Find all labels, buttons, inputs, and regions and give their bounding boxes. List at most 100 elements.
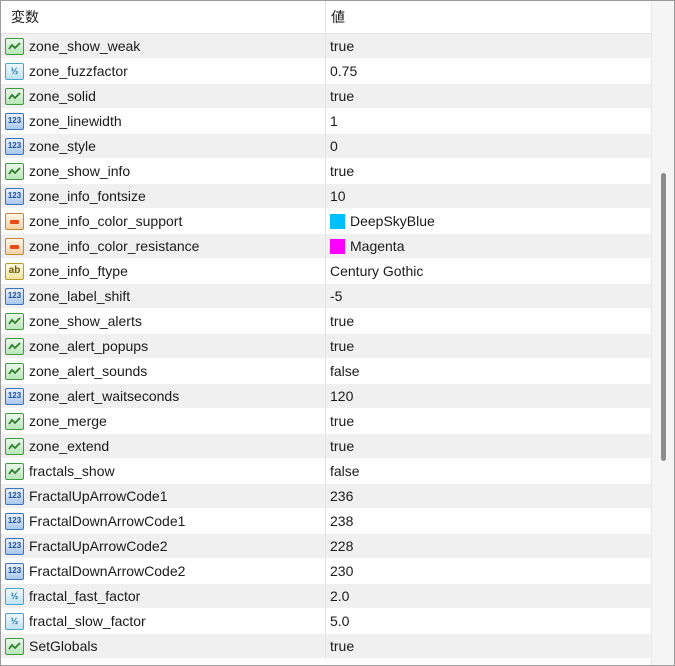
boolean-icon bbox=[5, 337, 24, 355]
parameter-row[interactable]: 123 zone_info_fontsize 10 bbox=[1, 183, 651, 209]
parameter-name-cell: ½ fractal_fast_factor bbox=[1, 583, 326, 609]
parameter-row[interactable]: fractals_show false bbox=[1, 458, 651, 484]
parameter-value-cell[interactable]: 0.75 bbox=[326, 59, 651, 84]
parameter-value-cell[interactable]: 1 bbox=[326, 109, 651, 134]
parameter-value-cell[interactable]: 2.0 bbox=[326, 584, 651, 609]
parameter-row[interactable]: 123 FractalUpArrowCode1 236 bbox=[1, 483, 651, 509]
parameter-value-cell[interactable]: true bbox=[326, 309, 651, 334]
parameter-value-cell[interactable]: 120 bbox=[326, 384, 651, 409]
parameter-value-cell[interactable]: false bbox=[326, 359, 651, 384]
parameter-row[interactable]: zone_alert_sounds false bbox=[1, 358, 651, 384]
integer-icon: 123 bbox=[5, 387, 24, 405]
parameter-row[interactable]: zone_info_color_support DeepSkyBlue bbox=[1, 208, 651, 234]
parameter-name-cell: zone_merge bbox=[1, 408, 326, 434]
parameter-value: true bbox=[330, 638, 355, 654]
integer-icon: 123 bbox=[5, 562, 24, 580]
parameter-value: true bbox=[330, 313, 355, 329]
integer-icon: 123 bbox=[5, 187, 24, 205]
parameter-name: zone_style bbox=[29, 138, 96, 154]
parameter-row[interactable]: ½ zone_fuzzfactor 0.75 bbox=[1, 58, 651, 84]
parameter-value-cell[interactable]: 0 bbox=[326, 134, 651, 159]
boolean-icon bbox=[5, 412, 24, 430]
parameter-row[interactable]: zone_extend true bbox=[1, 433, 651, 459]
parameter-name: fractal_slow_factor bbox=[29, 613, 146, 629]
parameter-value: false bbox=[330, 463, 360, 479]
color-swatch bbox=[330, 213, 345, 229]
parameter-row[interactable]: ab zone_info_ftype Century Gothic bbox=[1, 258, 651, 284]
double-icon: ½ bbox=[5, 612, 24, 630]
parameter-row[interactable]: ½ fractal_slow_factor 5.0 bbox=[1, 608, 651, 634]
parameter-value: true bbox=[330, 413, 355, 429]
parameter-value-cell[interactable]: true bbox=[326, 634, 651, 659]
parameter-value-cell[interactable]: 5.0 bbox=[326, 609, 651, 634]
parameter-value-cell[interactable]: true bbox=[326, 84, 651, 109]
parameter-name: zone_solid bbox=[29, 88, 96, 104]
parameter-row[interactable]: zone_show_info true bbox=[1, 158, 651, 184]
parameter-row[interactable]: 123 zone_linewidth 1 bbox=[1, 108, 651, 134]
parameter-value: 120 bbox=[330, 388, 354, 404]
parameter-value-cell[interactable]: true bbox=[326, 409, 651, 434]
boolean-icon bbox=[5, 87, 24, 105]
parameter-row[interactable]: 123 zone_label_shift -5 bbox=[1, 283, 651, 309]
parameter-row[interactable]: ½ fractal_fast_factor 2.0 bbox=[1, 583, 651, 609]
value-column-label: 値 bbox=[331, 9, 345, 25]
parameter-row[interactable]: 123 zone_style 0 bbox=[1, 133, 651, 159]
parameter-row[interactable]: zone_alert_popups true bbox=[1, 333, 651, 359]
parameter-row[interactable]: zone_show_alerts true bbox=[1, 308, 651, 334]
integer-icon: 123 bbox=[5, 112, 24, 130]
vertical-scrollbar[interactable] bbox=[651, 1, 674, 665]
parameter-value-cell[interactable]: false bbox=[326, 459, 651, 484]
parameter-name: zone_alert_waitseconds bbox=[29, 388, 180, 404]
parameter-row[interactable]: zone_info_color_resistance Magenta bbox=[1, 233, 651, 259]
parameter-name: zone_fuzzfactor bbox=[29, 63, 128, 79]
parameter-name: zone_alert_sounds bbox=[29, 363, 148, 379]
variable-column-header[interactable]: 変数 bbox=[1, 1, 326, 33]
parameter-value-cell[interactable]: 236 bbox=[326, 484, 651, 509]
parameter-row[interactable]: zone_solid true bbox=[1, 83, 651, 109]
parameter-row[interactable]: zone_show_weak true bbox=[1, 33, 651, 59]
parameter-value-cell[interactable]: true bbox=[326, 334, 651, 359]
parameter-value-cell[interactable]: -5 bbox=[326, 284, 651, 309]
parameter-value-cell[interactable]: DeepSkyBlue bbox=[326, 209, 651, 234]
parameter-name: zone_linewidth bbox=[29, 113, 122, 129]
scrollbar-thumb[interactable] bbox=[661, 173, 666, 461]
parameter-value-cell[interactable]: 10 bbox=[326, 184, 651, 209]
parameter-row[interactable]: 123 FractalDownArrowCode1 238 bbox=[1, 508, 651, 534]
parameter-value-cell[interactable]: Century Gothic bbox=[326, 259, 651, 284]
parameter-name: zone_show_alerts bbox=[29, 313, 142, 329]
parameter-value-cell[interactable]: 228 bbox=[326, 534, 651, 559]
parameter-value: Century Gothic bbox=[330, 263, 424, 279]
parameter-name-cell: zone_alert_popups bbox=[1, 333, 326, 359]
parameter-row[interactable]: SetGlobals true bbox=[1, 633, 651, 659]
parameter-name-cell: 123 FractalUpArrowCode1 bbox=[1, 483, 326, 509]
parameter-name: FractalDownArrowCode2 bbox=[29, 563, 186, 579]
parameter-name-cell: zone_show_weak bbox=[1, 33, 326, 59]
parameter-name-cell: 123 zone_style bbox=[1, 133, 326, 159]
parameter-value-cell[interactable]: 238 bbox=[326, 509, 651, 534]
parameter-row[interactable]: 123 FractalDownArrowCode2 230 bbox=[1, 558, 651, 584]
parameter-value-cell[interactable]: true bbox=[326, 434, 651, 459]
parameter-name-cell: 123 zone_label_shift bbox=[1, 283, 326, 309]
parameter-name: zone_info_fontsize bbox=[29, 188, 146, 204]
parameter-row[interactable]: 123 FractalUpArrowCode2 228 bbox=[1, 533, 651, 559]
parameter-value-cell[interactable]: true bbox=[326, 159, 651, 184]
parameter-value: 1 bbox=[330, 113, 338, 129]
parameter-name-cell: 123 zone_info_fontsize bbox=[1, 183, 326, 209]
integer-icon: 123 bbox=[5, 512, 24, 530]
parameter-row[interactable]: zone_merge true bbox=[1, 408, 651, 434]
parameter-name-cell: zone_show_alerts bbox=[1, 308, 326, 334]
parameter-value: true bbox=[330, 338, 355, 354]
double-icon: ½ bbox=[5, 587, 24, 605]
parameter-value-cell[interactable]: 230 bbox=[326, 559, 651, 584]
parameter-row[interactable]: 123 zone_alert_waitseconds 120 bbox=[1, 383, 651, 409]
parameter-value-cell[interactable]: Magenta bbox=[326, 234, 651, 259]
value-column-header[interactable]: 値 bbox=[326, 1, 345, 33]
parameter-value: 2.0 bbox=[330, 588, 350, 604]
parameter-value: DeepSkyBlue bbox=[350, 213, 435, 229]
parameter-value-cell[interactable]: true bbox=[326, 34, 651, 59]
parameter-value: -5 bbox=[330, 288, 343, 304]
parameter-name: fractal_fast_factor bbox=[29, 588, 141, 604]
parameter-value: 228 bbox=[330, 538, 354, 554]
integer-icon: 123 bbox=[5, 537, 24, 555]
parameter-value: Magenta bbox=[350, 238, 405, 254]
